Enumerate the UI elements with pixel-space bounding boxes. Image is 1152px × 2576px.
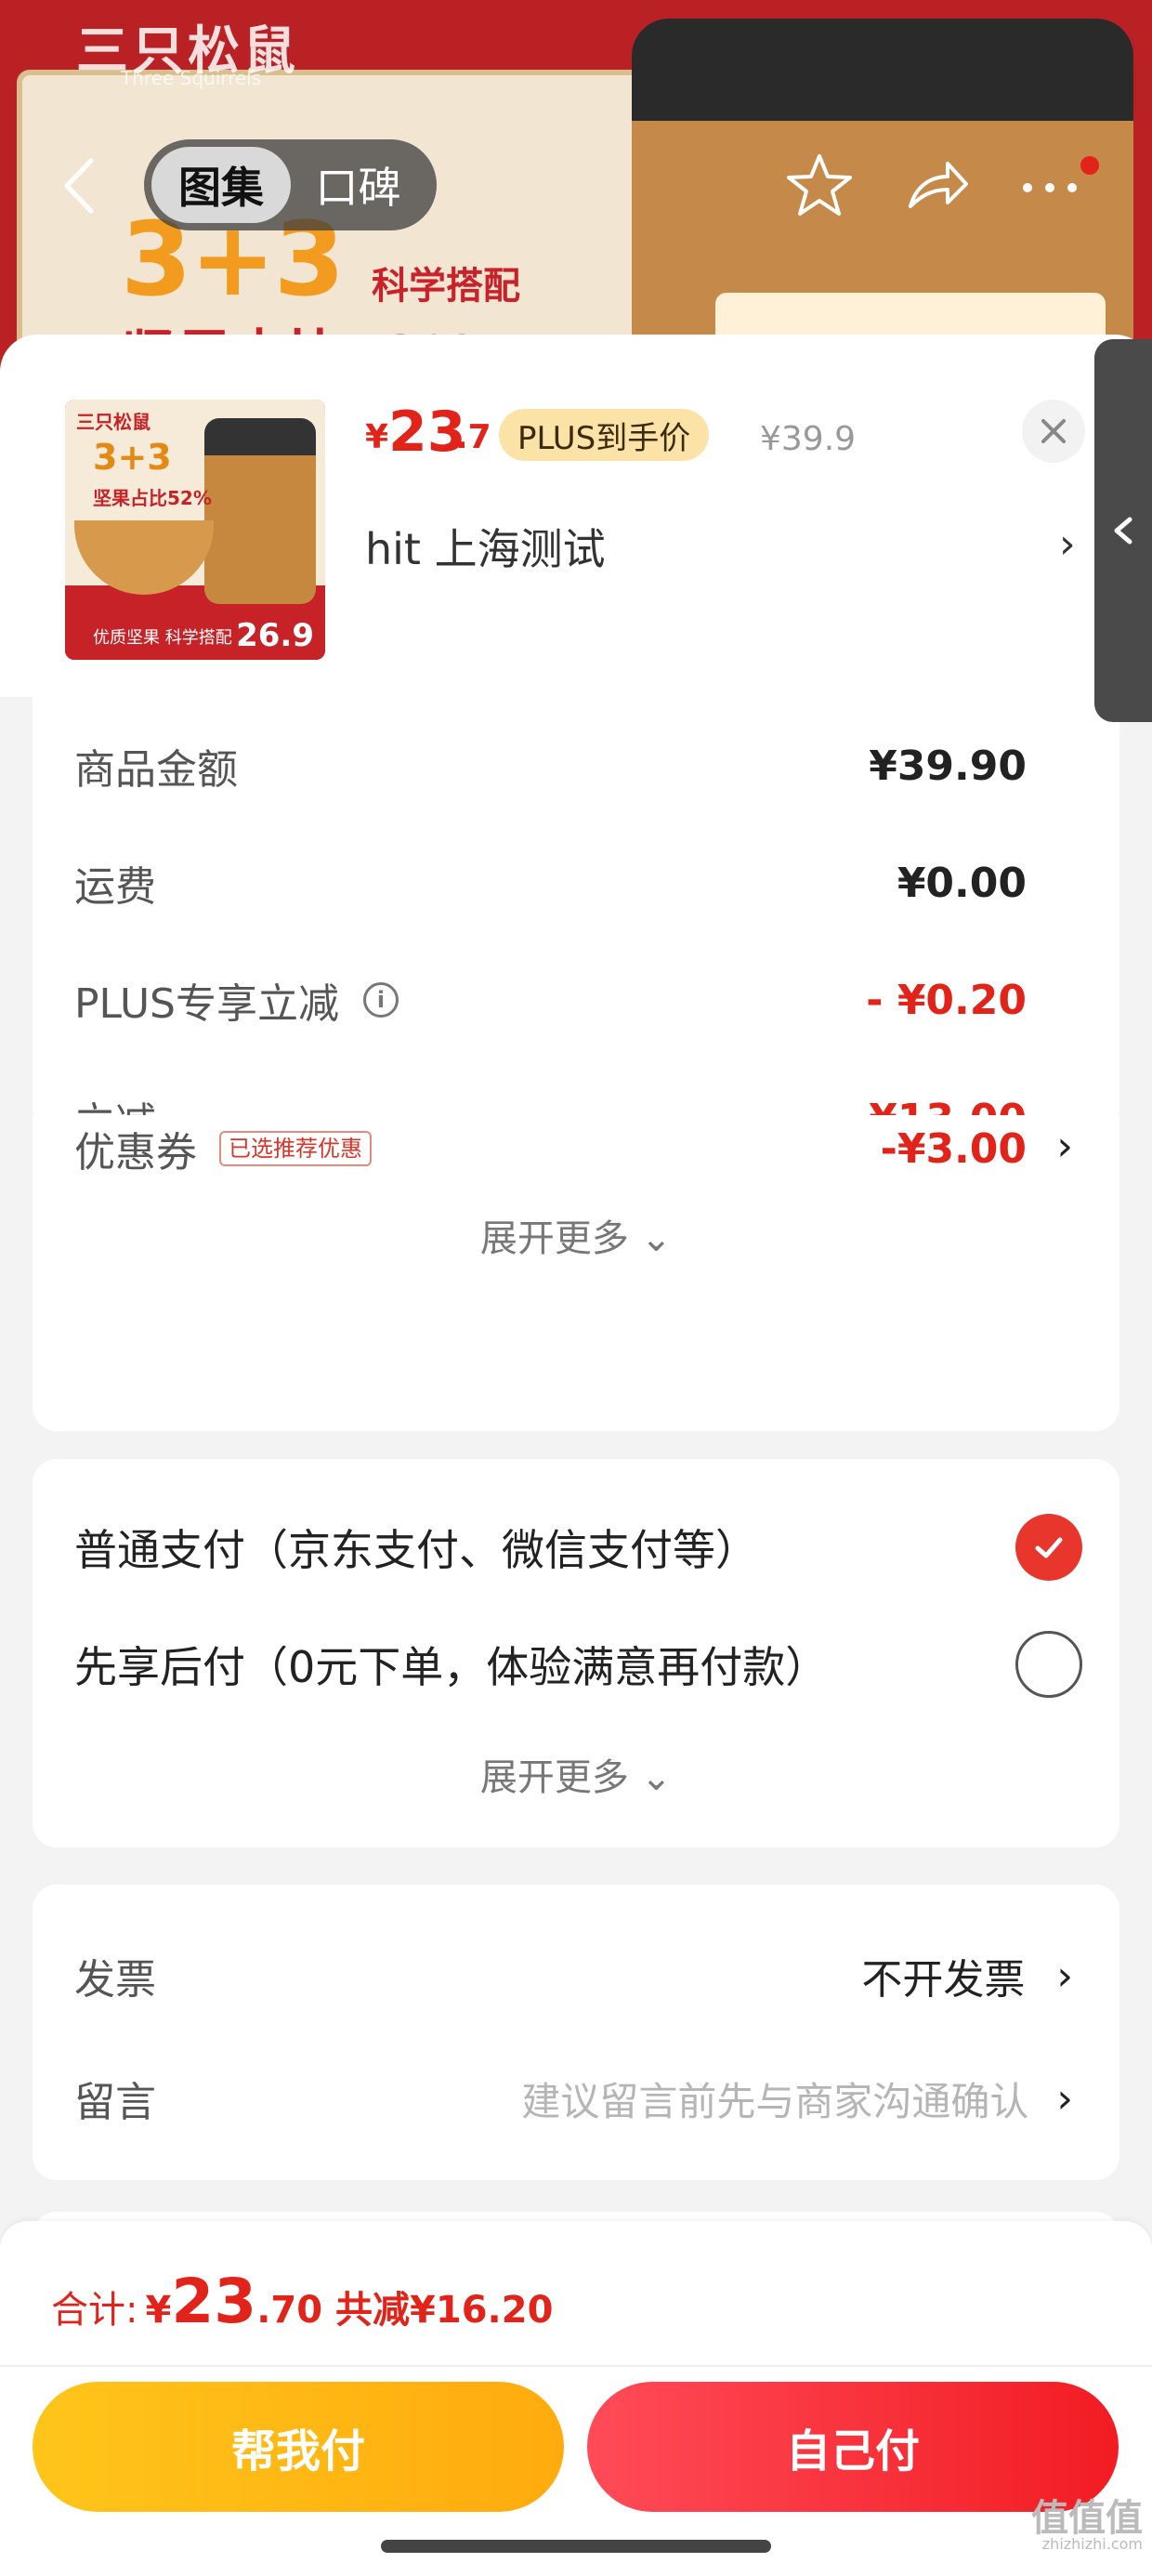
expand-more-button[interactable]: 展开更多 ⌄ [33,1208,1119,1262]
tab-gallery[interactable]: 图集 [151,147,291,223]
row-shipping-fee: 运费 ¥0.00 [74,846,1027,920]
watermark-url: zhizhizhi.com [1041,2535,1143,2553]
more-options-icon[interactable] [1013,149,1087,223]
gallery-tab-switcher: 图集 口碑 [144,139,437,230]
coupon-recommended-tag: 已选推荐优惠 [219,1131,372,1166]
star-favorite-icon[interactable] [782,149,857,223]
thumbnail-promo-line2: 坚果占比52% [93,487,212,509]
extras-card: 发票 不开发票 › 留言 建议留言前先与商家沟通确认 › [33,1885,1119,2180]
chevron-down-icon: ⌄ [640,1217,673,1260]
price-decimal: .7 [455,418,491,456]
site-watermark: 值值值 zhizhizhi.com [1031,2500,1143,2552]
thumbnail-jar [204,418,316,604]
chevron-right-icon: › [1056,1952,1073,2000]
chevron-left-icon [1114,517,1132,545]
chevron-down-icon: ⌄ [640,1756,673,1799]
chevron-right-icon[interactable]: › [1056,1123,1073,1170]
row-label: PLUS专享立减 [74,980,339,1028]
shipping-address[interactable]: hit 上海测试 [365,516,606,577]
row-value: ¥0.00 [897,859,1027,907]
product-summary-header: 三只松鼠 3+3 坚果占比52% 优质坚果 科学搭配 26.9 ¥ 23 .7 … [0,335,1152,697]
banner-promo-tagline: 科学搭配 [372,265,520,308]
expand-more-label: 展开更多 [479,1756,629,1799]
row-label: 商品金额 [74,746,238,794]
row-message[interactable]: 留言 建议留言前先与商家沟通确认 › [74,2061,1073,2136]
payment-method-card: 普通支付（京东支付、微信支付等） 先享后付（0元下单，体验满意再付款） 展开更多… [33,1459,1119,1847]
message-input[interactable]: 建议留言前先与商家沟通确认 [521,2070,1028,2127]
total-saving: 共减¥16.20 [335,2289,554,2332]
payment-option-pay-later[interactable]: 先享后付（0元下单，体验满意再付款） [74,1623,1082,1706]
row-coupon[interactable]: 优惠券 已选推荐优惠 -¥3.00 [74,1111,1027,1186]
total-integer: 23 [171,2266,257,2337]
thumbnail-promo: 3+3 [93,437,172,478]
row-plus-discount: PLUS专享立减 i - ¥0.20 [74,963,1027,1037]
chevron-right-icon: › [1056,2074,1073,2123]
thumbnail-bar-text: 优质坚果 科学搭配 [93,628,232,648]
close-button[interactable] [1022,400,1085,463]
info-icon[interactable]: i [363,982,399,1018]
help-me-pay-button[interactable]: 帮我付 [33,2382,564,2512]
checkmark-icon [1035,1537,1063,1558]
checkbox-checked[interactable] [1015,1514,1082,1581]
notification-dot [1080,156,1099,175]
home-indicator[interactable] [381,2540,771,2553]
row-invoice[interactable]: 发票 不开发票 › [74,1939,1073,2013]
product-page-background: 三只松鼠 Three Squirrels 3+3 科学搭配 坚果占比52% 图集… [0,0,1152,372]
payment-option-standard[interactable]: 普通支付（京东支付、微信支付等） [74,1505,1082,1589]
row-label: 优惠券 [74,1129,197,1176]
total-label: 合计: [51,2289,138,2332]
invoice-label: 发票 [74,1956,156,2004]
thumbnail-brand: 三只松鼠 [76,411,151,433]
payment-option-label: 先享后付（0元下单，体验满意再付款） [74,1642,829,1692]
price-currency: ¥ [365,418,389,456]
row-value: - ¥0.20 [866,976,1027,1024]
invoice-value: 不开发票 [861,1956,1026,2004]
share-icon[interactable] [899,149,974,223]
payment-option-label: 普通支付（京东支付、微信支付等） [74,1525,758,1575]
chevron-right-icon[interactable]: › [1059,520,1076,568]
expand-more-label: 展开更多 [479,1217,629,1260]
divider [0,2365,1152,2367]
pay-myself-button[interactable]: 自己付 [587,2382,1119,2512]
price-breakdown-card: 商品金额 ¥39.90 运费 ¥0.00 PLUS专享立减 i - ¥0.20 … [33,697,1119,1147]
tab-reviews[interactable]: 口碑 [291,147,425,223]
message-label: 留言 [74,2079,156,2126]
close-icon [1041,419,1066,443]
product-thumbnail[interactable]: 三只松鼠 3+3 坚果占比52% 优质坚果 科学搭配 26.9 [65,400,325,660]
side-drawer-tab[interactable] [1094,339,1152,722]
coupon-card: 优惠券 已选推荐优惠 -¥3.00 › 展开更多 ⌄ [33,1115,1119,1431]
original-price: ¥39.9 [760,420,857,458]
brand-logo-subtitle: Three Squirrels [121,67,262,89]
expand-more-button[interactable]: 展开更多 ⌄ [33,1747,1119,1801]
row-label: 运费 [74,863,156,911]
total-currency: ¥ [145,2289,172,2332]
order-total: 合计: ¥ 23 .70 共减¥16.20 [51,2266,553,2337]
price-integer: 23 [388,400,466,465]
total-decimal: .70 [256,2289,323,2332]
watermark-text: 值值值 [1031,2497,1143,2540]
back-arrow-icon[interactable] [56,153,102,218]
row-value: -¥3.00 [880,1124,1027,1173]
thumbnail-price: 26.9 [236,617,314,654]
row-value: ¥39.90 [869,742,1027,790]
checkbox-unchecked[interactable] [1015,1631,1082,1698]
plus-price-badge: PLUS到手价 [499,409,710,461]
checkout-footer: 合计: ¥ 23 .70 共减¥16.20 帮我付 自己付 值值值 zhizhi… [0,2221,1152,2576]
row-goods-amount: 商品金额 ¥39.90 [74,729,1027,803]
